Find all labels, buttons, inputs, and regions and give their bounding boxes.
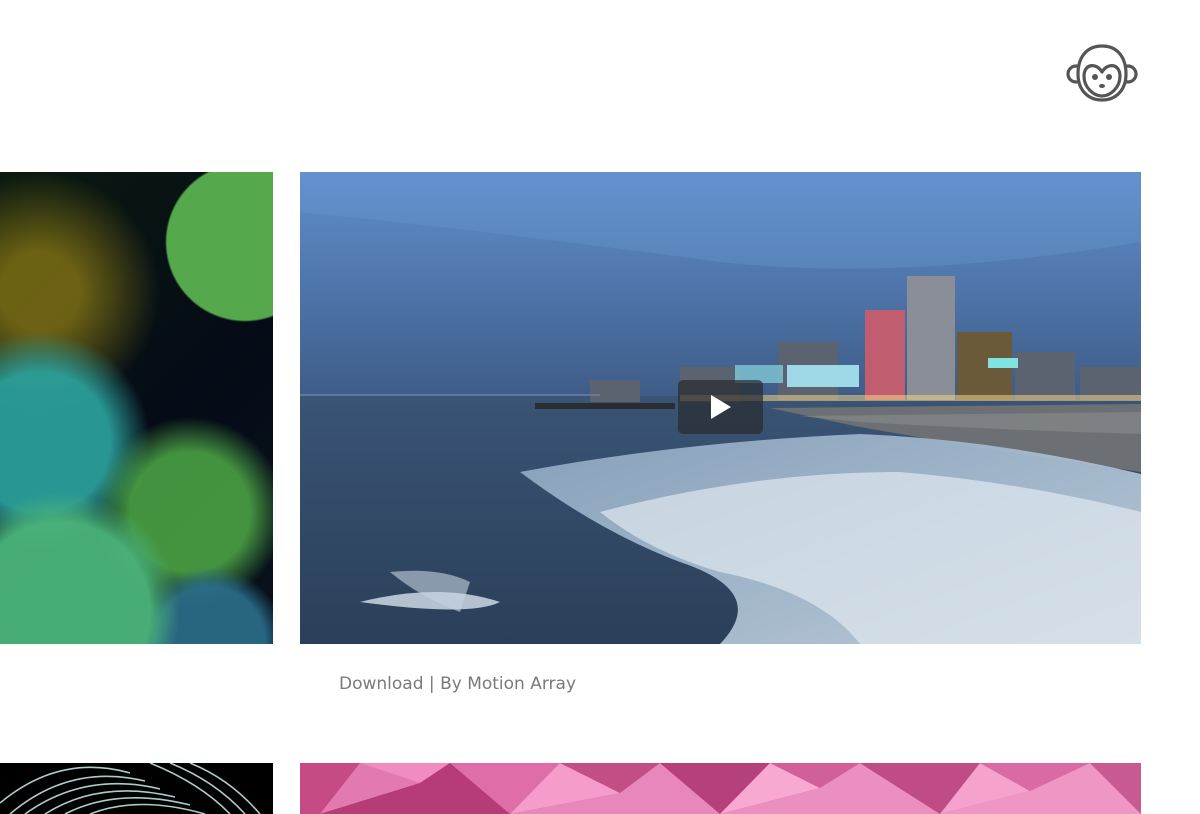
play-button[interactable]	[678, 380, 763, 434]
credit-separator: |	[423, 674, 441, 694]
download-link[interactable]: Download	[339, 674, 424, 694]
monkey-face-icon	[1066, 44, 1138, 102]
credit-author: By Motion Array	[440, 674, 577, 694]
video-thumbnail-pink-polygons[interactable]	[300, 763, 1141, 814]
page: Download | By Motion Array	[0, 0, 1200, 814]
light-rings-pattern	[0, 763, 261, 814]
site-logo[interactable]	[1066, 42, 1138, 104]
featured-video-player[interactable]	[300, 172, 1141, 644]
play-icon	[710, 395, 731, 419]
video-thumbnail-light-rings[interactable]	[0, 763, 273, 814]
video-credit: Download | By Motion Array	[339, 674, 576, 694]
pink-polygon-pattern	[300, 763, 1141, 814]
video-thumbnail-bokeh[interactable]	[0, 172, 273, 644]
